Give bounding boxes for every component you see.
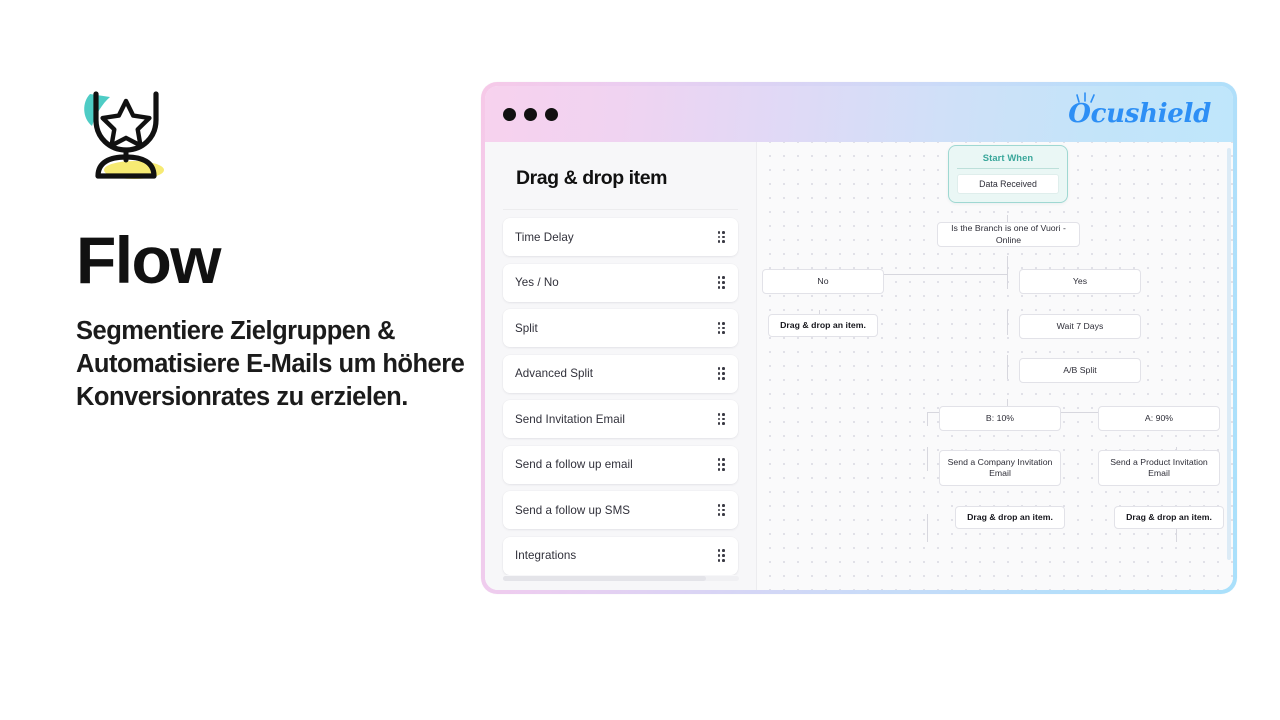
drag-item-list: Time Delay Yes / No Split Advanced Split… bbox=[485, 210, 756, 575]
flow-node-start-when[interactable]: Start When Data Received bbox=[948, 145, 1068, 203]
drag-handle-icon[interactable] bbox=[717, 412, 725, 426]
edge-to-b bbox=[927, 412, 928, 426]
drag-item-yes-no[interactable]: Yes / No bbox=[503, 263, 738, 302]
flow-node-email-product[interactable]: Send a Product Invitation Email bbox=[1098, 450, 1220, 486]
drag-item-send-invitation-email[interactable]: Send Invitation Email bbox=[503, 400, 738, 438]
drag-item-split[interactable]: Split bbox=[503, 309, 738, 347]
browser-window-glow: Ocushield Drag & drop item Time Delay Ye… bbox=[481, 82, 1237, 594]
drag-item-label: Send a follow up email bbox=[515, 458, 633, 471]
start-node-title: Start When bbox=[957, 152, 1059, 169]
flow-node-branch-a[interactable]: A: 90% bbox=[1098, 406, 1220, 431]
page-title: Flow bbox=[76, 223, 222, 297]
flow-node-wait[interactable]: Wait 7 Days bbox=[1019, 314, 1141, 339]
traffic-lights bbox=[503, 107, 558, 121]
flow-node-ab-split[interactable]: A/B Split bbox=[1019, 358, 1141, 383]
logo-rays-icon bbox=[1076, 92, 1096, 103]
flow-node-no-placeholder[interactable]: Drag & drop an item. bbox=[768, 314, 878, 337]
drag-item-label: Split bbox=[515, 321, 538, 335]
drag-item-label: Time Delay bbox=[515, 230, 574, 244]
drag-handle-icon[interactable] bbox=[717, 549, 725, 562]
drag-item-integrations[interactable]: Integrations bbox=[503, 536, 738, 575]
flow-node-branch-b[interactable]: B: 10% bbox=[939, 406, 1061, 431]
drag-handle-icon[interactable] bbox=[717, 503, 725, 517]
edge-email-company-to-placeholder bbox=[927, 514, 928, 542]
start-node-value: Data Received bbox=[957, 174, 1059, 194]
drag-item-label: Integrations bbox=[515, 549, 577, 562]
flow-node-branch-yes[interactable]: Yes bbox=[1019, 269, 1141, 294]
page-root: Flow Segmentiere Zielgruppen & Automatis… bbox=[0, 0, 1280, 720]
drag-item-send-follow-up-sms[interactable]: Send a follow up SMS bbox=[503, 491, 738, 529]
flow-node-condition[interactable]: Is the Branch is one of Vuori - Online bbox=[937, 222, 1080, 247]
canvas-vertical-scrollbar[interactable] bbox=[1227, 148, 1231, 561]
minimize-dot-icon[interactable] bbox=[524, 107, 537, 121]
browser-window: Ocushield Drag & drop item Time Delay Ye… bbox=[485, 86, 1233, 590]
sidebar-title: Drag & drop item bbox=[516, 167, 667, 189]
window-titlebar: Ocushield bbox=[485, 86, 1233, 142]
drag-item-time-delay[interactable]: Time Delay bbox=[503, 218, 738, 256]
marketing-panel: Flow Segmentiere Zielgruppen & Automatis… bbox=[76, 84, 466, 414]
drag-handle-icon[interactable] bbox=[717, 276, 725, 289]
edge-b-to-email bbox=[927, 447, 928, 471]
drag-item-advanced-split[interactable]: Advanced Split bbox=[503, 354, 738, 393]
drag-handle-icon[interactable] bbox=[717, 230, 725, 244]
drag-item-label: Send a follow up SMS bbox=[515, 503, 631, 517]
flow-node-email-company[interactable]: Send a Company Invitation Email bbox=[939, 450, 1061, 486]
drag-handle-icon[interactable] bbox=[717, 458, 725, 471]
drag-item-send-follow-up-email[interactable]: Send a follow up email bbox=[503, 445, 738, 484]
maximize-dot-icon[interactable] bbox=[545, 107, 558, 121]
drag-drop-sidebar: Drag & drop item Time Delay Yes / No Spl… bbox=[485, 142, 757, 590]
sidebar-horizontal-scrollbar[interactable] bbox=[503, 576, 739, 581]
edge-yes-to-wait bbox=[1007, 310, 1008, 335]
edge-to-yes bbox=[1007, 274, 1008, 289]
page-subtitle: Segmentiere Zielgruppen & Automatisiere … bbox=[76, 316, 465, 411]
flow-node-a-placeholder[interactable]: Drag & drop an item. bbox=[1114, 506, 1224, 529]
flow-canvas[interactable]: Start When Data Received Is the Branch i… bbox=[757, 142, 1233, 590]
flow-node-branch-no[interactable]: No bbox=[762, 269, 884, 294]
edge-wait-to-ab bbox=[1007, 355, 1008, 379]
drag-handle-icon[interactable] bbox=[717, 321, 725, 335]
flow-node-b-placeholder[interactable]: Drag & drop an item. bbox=[955, 506, 1065, 529]
trophy-star-icon bbox=[76, 84, 180, 184]
drag-item-label: Send Invitation Email bbox=[515, 412, 625, 426]
brand-logo: Ocushield bbox=[1068, 92, 1213, 127]
edge-condition-down bbox=[1007, 256, 1008, 274]
close-dot-icon[interactable] bbox=[503, 107, 516, 121]
drag-item-label: Advanced Split bbox=[515, 367, 594, 380]
drag-handle-icon[interactable] bbox=[717, 367, 725, 380]
window-body: Drag & drop item Time Delay Yes / No Spl… bbox=[485, 142, 1233, 590]
drag-item-label: Yes / No bbox=[515, 276, 559, 289]
